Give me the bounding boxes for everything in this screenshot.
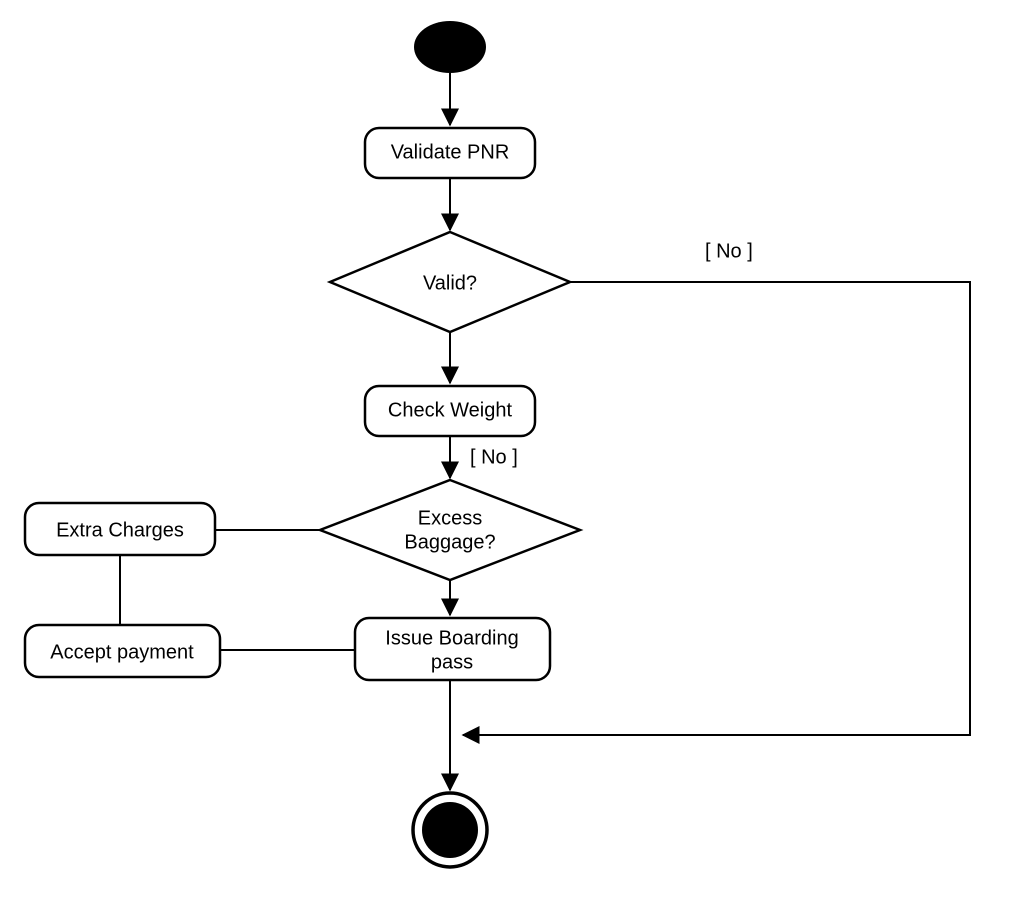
activity-accept-payment: Accept payment	[25, 625, 220, 677]
issue-bp-label-1: Issue Boarding	[385, 627, 518, 649]
check-weight-label: Check Weight	[388, 399, 513, 421]
activity-extra-charges: Extra Charges	[25, 503, 215, 555]
valid-label: Valid?	[423, 272, 477, 294]
final-node	[413, 793, 487, 867]
issue-bp-label-2: pass	[431, 651, 473, 673]
initial-node	[414, 21, 486, 73]
activity-issue-boarding-pass: Issue Boarding pass	[355, 618, 550, 680]
activity-check-weight: Check Weight	[365, 386, 535, 436]
extra-charges-label: Extra Charges	[56, 519, 184, 541]
activity-validate-pnr: Validate PNR	[365, 128, 535, 178]
accept-payment-label: Accept payment	[50, 641, 194, 663]
activity-diagram: Validate PNR Valid? [ No ] Check Weight …	[0, 0, 1024, 909]
guard-valid-no: [ No ]	[705, 240, 753, 262]
excess-label-1: Excess	[418, 507, 482, 529]
validate-pnr-label: Validate PNR	[391, 141, 510, 163]
excess-label-2: Baggage?	[404, 531, 495, 553]
guard-excess-no: [ No ]	[470, 446, 518, 468]
decision-valid: Valid?	[330, 232, 570, 332]
decision-excess-baggage: Excess Baggage?	[320, 480, 580, 580]
